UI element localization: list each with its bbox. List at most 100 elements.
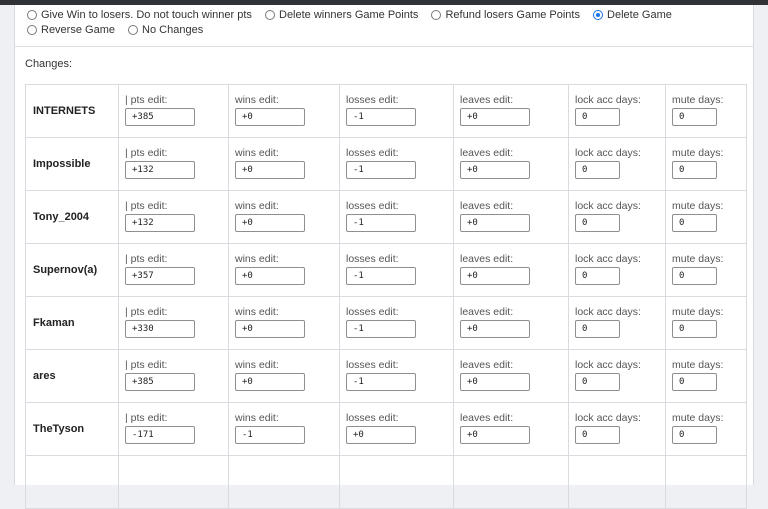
losses-edit-input[interactable]: +0 bbox=[346, 426, 416, 444]
wins-edit-cell: wins edit: +0 bbox=[228, 349, 340, 403]
lock-days-cell bbox=[568, 455, 666, 509]
radio-button-icon[interactable] bbox=[265, 9, 275, 20]
pts-edit-input[interactable]: +385 bbox=[125, 373, 195, 391]
losses-edit-input[interactable]: -1 bbox=[346, 161, 416, 179]
table-row: INTERNETS | pts edit: +385 wins edit: +0… bbox=[25, 84, 747, 138]
mute-days-input[interactable]: 0 bbox=[672, 267, 717, 285]
player-changes-table: INTERNETS | pts edit: +385 wins edit: +0… bbox=[25, 84, 747, 509]
pts-edit-label: | pts edit: bbox=[125, 94, 168, 106]
mute-days-label: mute days: bbox=[672, 306, 724, 318]
losses-edit-cell: losses edit: -1 bbox=[339, 190, 454, 244]
pts-edit-input[interactable]: +385 bbox=[125, 108, 195, 126]
leaves-edit-input[interactable]: +0 bbox=[460, 320, 530, 338]
losses-edit-cell: losses edit: -1 bbox=[339, 137, 454, 191]
player-name bbox=[25, 455, 119, 509]
losses-edit-cell: losses edit: -1 bbox=[339, 84, 454, 138]
option-label: Refund losers Game Points bbox=[445, 8, 580, 21]
pts-edit-input[interactable]: +357 bbox=[125, 267, 195, 285]
pts-edit-label: | pts edit: bbox=[125, 253, 168, 265]
leaves-edit-input[interactable]: +0 bbox=[460, 267, 530, 285]
radio-button-icon[interactable] bbox=[27, 9, 37, 20]
losses-edit-label: losses edit: bbox=[346, 147, 399, 159]
pts-edit-label: | pts edit: bbox=[125, 147, 168, 159]
radio-button-icon[interactable] bbox=[431, 9, 442, 20]
lock-days-input[interactable]: 0 bbox=[575, 320, 620, 338]
losses-edit-input[interactable]: -1 bbox=[346, 320, 416, 338]
leaves-edit-cell: leaves edit: +0 bbox=[453, 243, 569, 297]
lock-days-input[interactable]: 0 bbox=[575, 108, 620, 126]
losses-edit-input[interactable]: -1 bbox=[346, 214, 416, 232]
pts-edit-cell: | pts edit: +385 bbox=[118, 349, 229, 403]
lock-days-input[interactable]: 0 bbox=[575, 161, 620, 179]
wins-edit-label: wins edit: bbox=[235, 200, 279, 212]
losses-edit-label: losses edit: bbox=[346, 412, 399, 424]
leaves-edit-label: leaves edit: bbox=[460, 147, 514, 159]
radio-button-checked-icon[interactable] bbox=[593, 9, 604, 20]
wins-edit-input[interactable]: +0 bbox=[235, 373, 305, 391]
mute-days-input[interactable]: 0 bbox=[672, 108, 717, 126]
pts-edit-cell bbox=[118, 455, 229, 509]
option-reverse-game[interactable]: Reverse Game bbox=[27, 22, 115, 37]
radio-button-icon[interactable] bbox=[27, 24, 37, 35]
wins-edit-input[interactable]: -1 bbox=[235, 426, 305, 444]
lock-days-input[interactable]: 0 bbox=[575, 267, 620, 285]
pts-edit-cell: | pts edit: +385 bbox=[118, 84, 229, 138]
leaves-edit-label: leaves edit: bbox=[460, 359, 514, 371]
table-row: Supernov(a) | pts edit: +357 wins edit: … bbox=[25, 243, 747, 297]
pts-edit-input[interactable]: +132 bbox=[125, 161, 195, 179]
mute-days-input[interactable]: 0 bbox=[672, 320, 717, 338]
lock-days-cell: lock acc days: 0 bbox=[568, 349, 666, 403]
option-no-changes[interactable]: No Changes bbox=[128, 22, 203, 37]
player-name: Tony_2004 bbox=[25, 190, 119, 244]
leaves-edit-cell: leaves edit: +0 bbox=[453, 296, 569, 350]
wins-edit-input[interactable]: +0 bbox=[235, 214, 305, 232]
pts-edit-input[interactable]: +132 bbox=[125, 214, 195, 232]
mute-days-input[interactable]: 0 bbox=[672, 426, 717, 444]
lock-days-input[interactable]: 0 bbox=[575, 373, 620, 391]
mute-days-input[interactable]: 0 bbox=[672, 161, 717, 179]
wins-edit-input[interactable]: +0 bbox=[235, 267, 305, 285]
option-delete-game[interactable]: Delete Game bbox=[593, 7, 672, 22]
pts-edit-input[interactable]: -171 bbox=[125, 426, 195, 444]
leaves-edit-input[interactable]: +0 bbox=[460, 161, 530, 179]
lock-days-input[interactable]: 0 bbox=[575, 214, 620, 232]
leaves-edit-cell bbox=[453, 455, 569, 509]
lock-days-label: lock acc days: bbox=[575, 359, 641, 371]
leaves-edit-input[interactable]: +0 bbox=[460, 426, 530, 444]
losses-edit-input[interactable]: -1 bbox=[346, 108, 416, 126]
radio-button-icon[interactable] bbox=[128, 24, 139, 35]
mute-days-label: mute days: bbox=[672, 412, 724, 424]
losses-edit-label: losses edit: bbox=[346, 359, 399, 371]
wins-edit-cell: wins edit: +0 bbox=[228, 84, 340, 138]
player-name: Supernov(a) bbox=[25, 243, 119, 297]
leaves-edit-input[interactable]: +0 bbox=[460, 108, 530, 126]
leaves-edit-label: leaves edit: bbox=[460, 200, 514, 212]
losses-edit-cell: losses edit: -1 bbox=[339, 349, 454, 403]
wins-edit-input[interactable]: +0 bbox=[235, 320, 305, 338]
option-delete-winners-points[interactable]: Delete winners Game Points bbox=[265, 7, 418, 22]
lock-days-cell: lock acc days: 0 bbox=[568, 296, 666, 350]
lock-days-input[interactable]: 0 bbox=[575, 426, 620, 444]
mute-days-cell: mute days: 0 bbox=[665, 402, 747, 456]
pts-edit-input[interactable]: +330 bbox=[125, 320, 195, 338]
losses-edit-input[interactable]: -1 bbox=[346, 373, 416, 391]
mute-days-input[interactable]: 0 bbox=[672, 214, 717, 232]
option-give-win-to-losers[interactable]: Give Win to losers. Do not touch winner … bbox=[27, 7, 252, 22]
mute-days-cell: mute days: 0 bbox=[665, 137, 747, 191]
option-refund-losers-points[interactable]: Refund losers Game Points bbox=[431, 7, 580, 22]
player-rows: INTERNETS | pts edit: +385 wins edit: +0… bbox=[25, 84, 747, 509]
wins-edit-input[interactable]: +0 bbox=[235, 161, 305, 179]
wins-edit-label: wins edit: bbox=[235, 253, 279, 265]
leaves-edit-label: leaves edit: bbox=[460, 94, 514, 106]
table-row: Fkaman | pts edit: +330 wins edit: +0 lo… bbox=[25, 296, 747, 350]
wins-edit-cell: wins edit: +0 bbox=[228, 296, 340, 350]
leaves-edit-input[interactable]: +0 bbox=[460, 373, 530, 391]
losses-edit-label: losses edit: bbox=[346, 94, 399, 106]
lock-days-label: lock acc days: bbox=[575, 253, 641, 265]
mute-days-input[interactable]: 0 bbox=[672, 373, 717, 391]
losses-edit-input[interactable]: -1 bbox=[346, 267, 416, 285]
wins-edit-input[interactable]: +0 bbox=[235, 108, 305, 126]
leaves-edit-cell: leaves edit: +0 bbox=[453, 137, 569, 191]
leaves-edit-input[interactable]: +0 bbox=[460, 214, 530, 232]
lock-days-cell: lock acc days: 0 bbox=[568, 243, 666, 297]
